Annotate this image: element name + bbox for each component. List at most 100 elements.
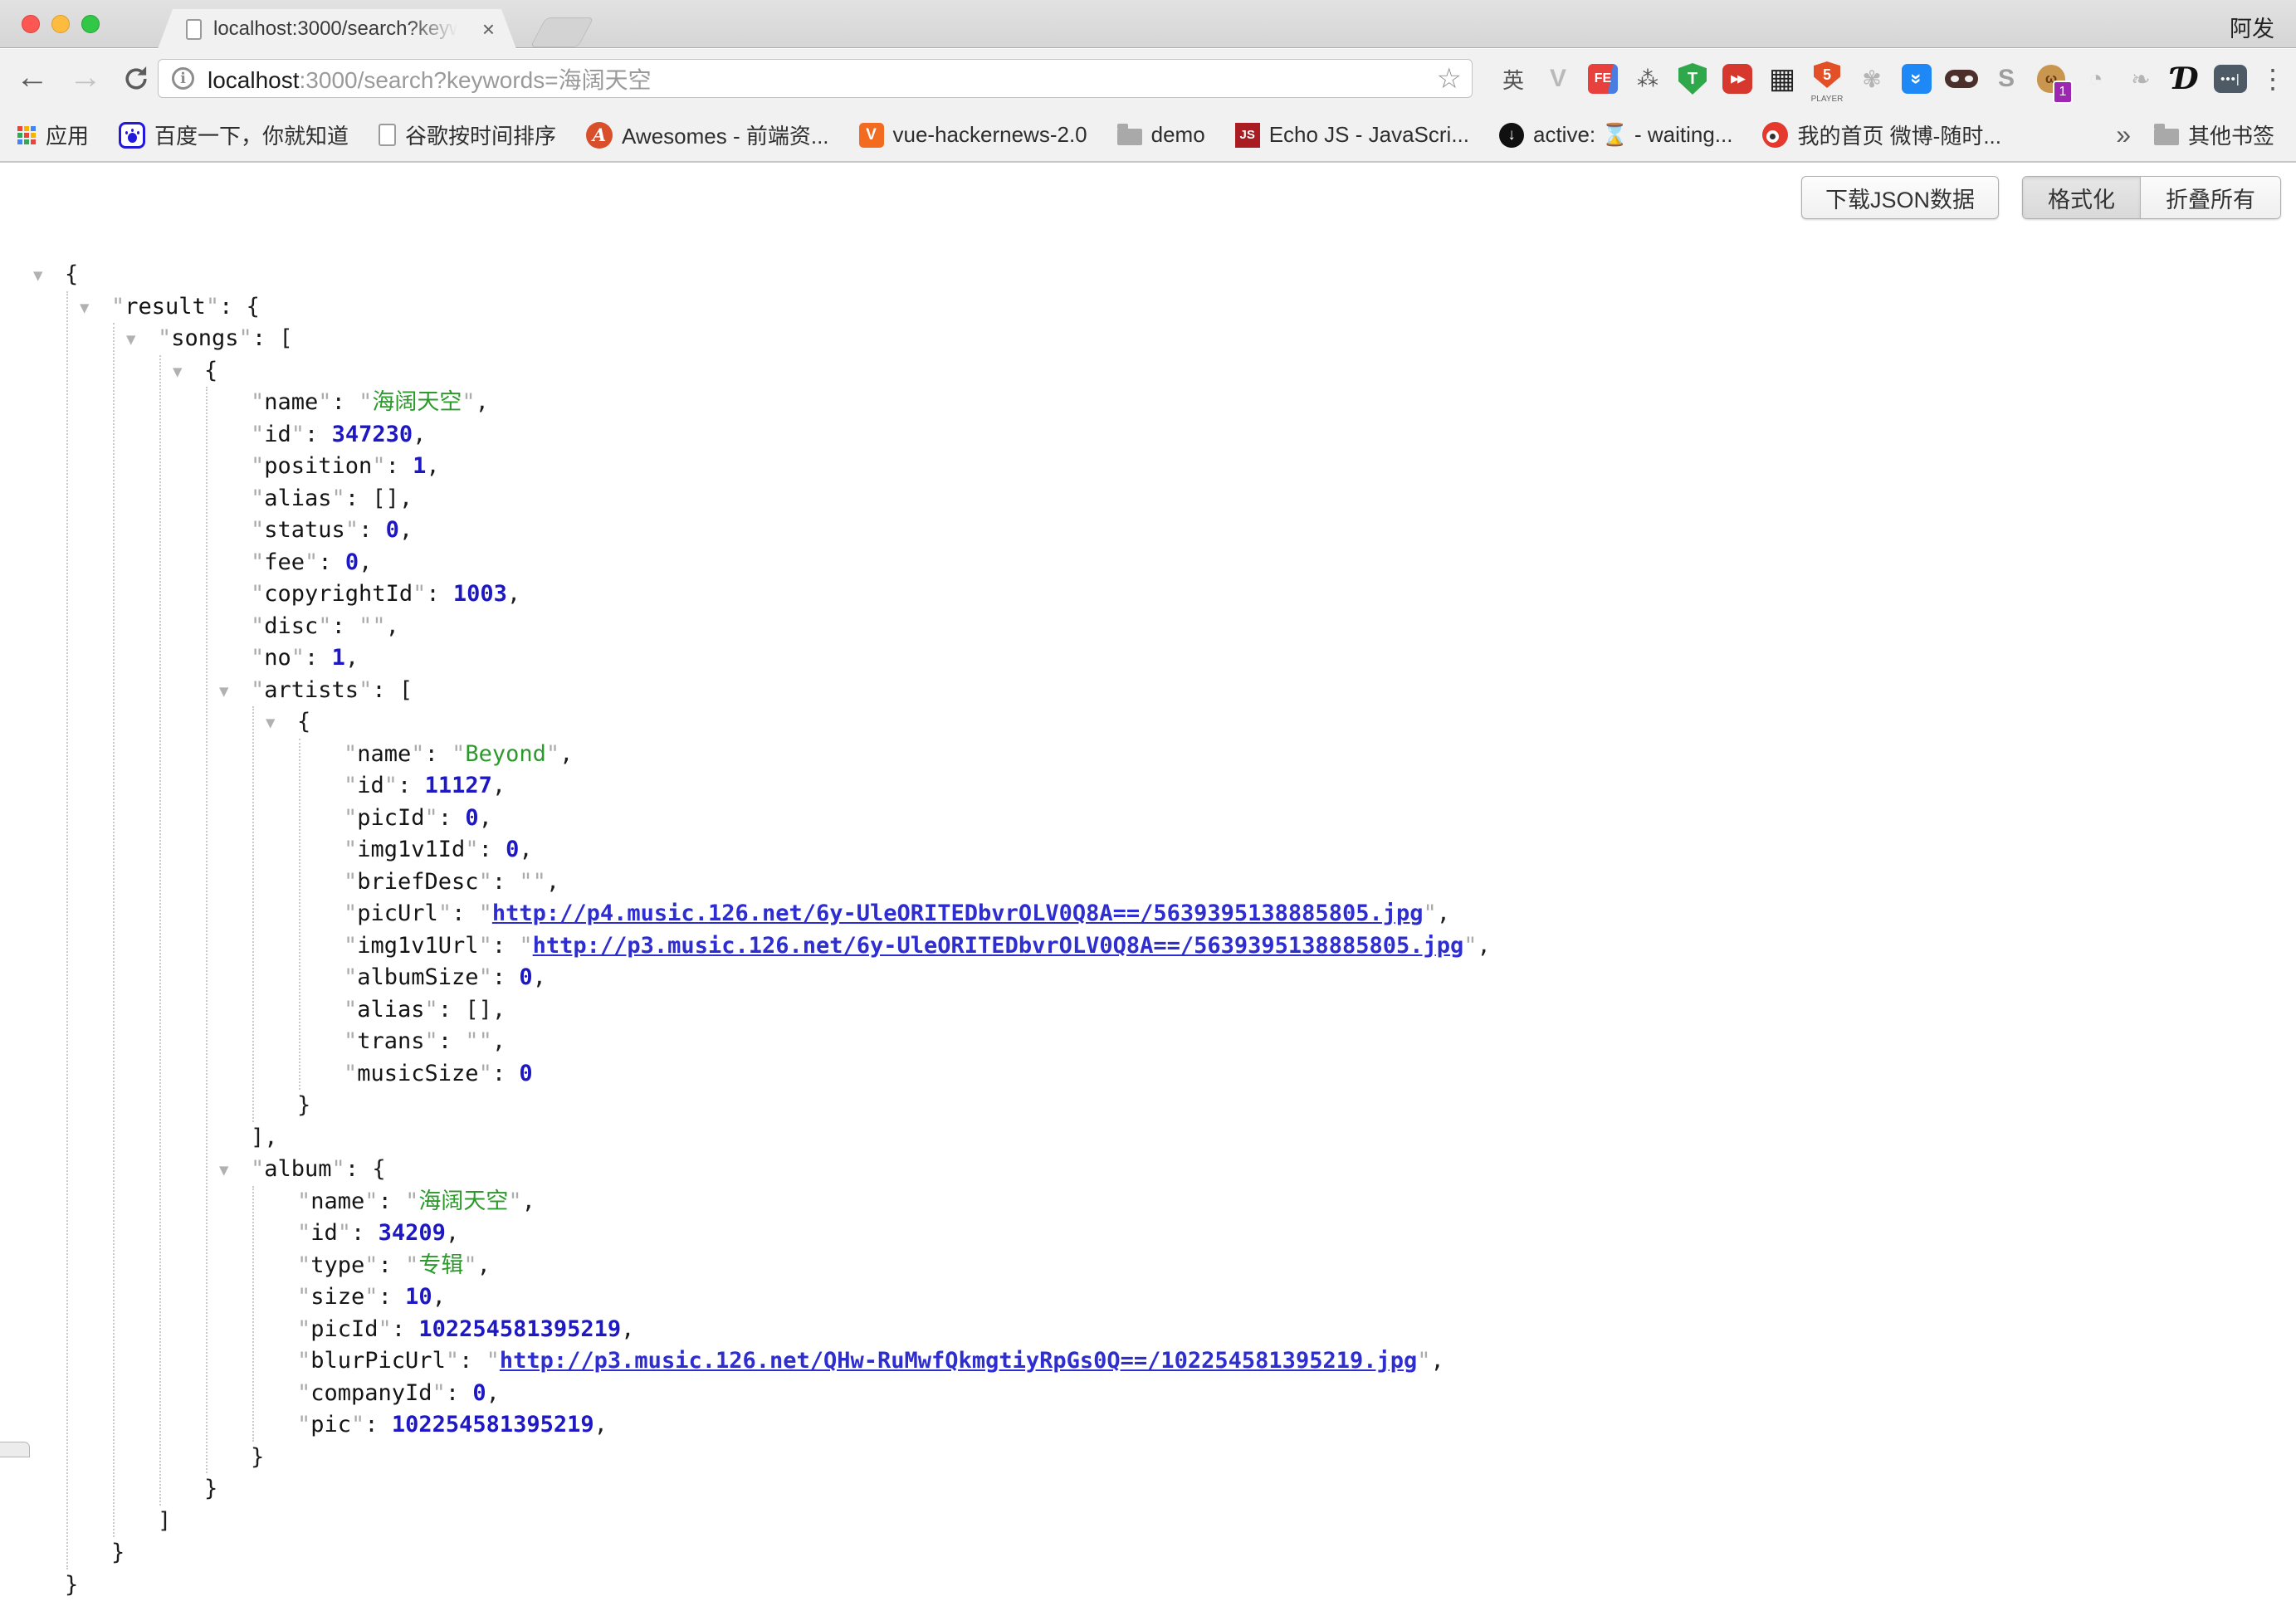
json-row: "picId": 0, xyxy=(344,803,1491,835)
kebab-menu-icon[interactable] xyxy=(2253,49,2293,109)
format-button[interactable]: 格式化 xyxy=(2023,177,2141,218)
back-arrow-icon[interactable] xyxy=(12,57,53,97)
tab-close-icon[interactable] xyxy=(482,18,495,40)
s-letter-icon[interactable]: S xyxy=(1984,49,2029,109)
bookmark-item[interactable]: Vvue-hackernews-2.0 xyxy=(859,122,1087,148)
json-row: "type": "专辑", xyxy=(297,1250,1491,1282)
bookmark-item[interactable]: 应用 xyxy=(17,120,89,150)
bookmark-item[interactable]: demo xyxy=(1117,122,1205,148)
bookmark-label: 百度一下，你就知道 xyxy=(154,120,349,150)
tab-title: localhost:3000/search?keywor xyxy=(213,17,462,41)
json-key: picId xyxy=(357,805,424,831)
paw-icon[interactable]: ✾ xyxy=(1849,49,1894,109)
bookmark-item[interactable]: JSEcho JS - JavaScri... xyxy=(1235,122,1469,148)
fast-forward-icon[interactable]: ▶▶ xyxy=(1715,49,1760,109)
chrome-profile-name[interactable]: 阿发 xyxy=(2230,11,2274,43)
json-row: "img1v1Url": "http://p3.music.126.net/6y… xyxy=(344,930,1491,963)
collapse-all-button[interactable]: 折叠所有 xyxy=(2141,177,2280,218)
json-row: ], xyxy=(251,1122,1491,1154)
json-key: no xyxy=(264,645,291,671)
json-key: album xyxy=(264,1156,331,1182)
browser-tab[interactable]: localhost:3000/search?keywor xyxy=(158,9,516,49)
weibo-eye-icon[interactable]: ◔ xyxy=(2074,49,2118,109)
json-link[interactable]: http://p3.music.126.net/QHw-RuMwfQkmgtiy… xyxy=(500,1348,1417,1374)
json-link[interactable]: http://p3.music.126.net/6y-UleORITEDbvrO… xyxy=(533,933,1464,959)
collapse-expander-icon[interactable]: ▼ xyxy=(219,1154,228,1187)
sitemap-icon[interactable]: ⁂ xyxy=(1625,49,1670,109)
json-number-value: 1 xyxy=(332,645,345,671)
download-json-button[interactable]: 下载JSON数据 xyxy=(1801,176,1999,219)
d-script-icon[interactable]: Ɗ xyxy=(2163,49,2208,109)
monkey-icon[interactable]: ω1 xyxy=(2029,49,2074,109)
html5-player-icon[interactable]: 5PLAYER xyxy=(1805,49,1849,109)
collapse-expander-icon[interactable]: ▼ xyxy=(80,292,89,325)
json-number-value: 0 xyxy=(519,964,532,990)
json-row: "albumSize": 0, xyxy=(344,962,1491,994)
json-key: fee xyxy=(264,549,305,575)
url-path: :3000/search?keywords=海阔天空 xyxy=(300,67,652,93)
bookmark-label: 谷歌按时间排序 xyxy=(405,120,556,150)
vue-devtools-icon[interactable]: V xyxy=(1536,49,1580,109)
bookmark-item[interactable]: 我的首页 微博-随时... xyxy=(1762,120,2001,150)
bookmark-item[interactable]: 谷歌按时间排序 xyxy=(379,120,556,150)
json-number-value: 1 xyxy=(413,453,426,479)
json-row: ▼"result": { xyxy=(111,291,1491,324)
awesomes-icon: A xyxy=(586,122,613,149)
json-key: status xyxy=(264,517,345,543)
window-minimize-button[interactable] xyxy=(51,15,70,33)
collapse-expander-icon[interactable]: ▼ xyxy=(173,356,182,388)
bookmark-label: active: ⌛ - waiting... xyxy=(1533,122,1732,148)
json-row: } xyxy=(297,1090,1491,1122)
shield-t-icon[interactable]: T xyxy=(1670,49,1715,109)
bird-icon[interactable]: ❧ xyxy=(2118,49,2163,109)
json-number-value: 0 xyxy=(506,837,519,862)
json-link[interactable]: http://p4.music.126.net/6y-UleORITEDbvrO… xyxy=(492,901,1424,926)
window-zoom-button[interactable] xyxy=(81,15,100,33)
json-number-value: 0 xyxy=(465,805,478,831)
folder-icon xyxy=(1117,129,1142,145)
collapse-expander-icon[interactable]: ▼ xyxy=(126,324,135,356)
json-key: type xyxy=(310,1252,364,1278)
other-bookmarks-folder[interactable]: 其他书签 xyxy=(2154,120,2274,150)
omnibox-url-bar[interactable]: localhost:3000/search?keywords=海阔天空 xyxy=(158,59,1473,98)
json-number-value: 0 xyxy=(472,1380,486,1406)
json-row: "img1v1Id": 0, xyxy=(344,834,1491,866)
page-info-icon[interactable] xyxy=(172,67,194,90)
json-row: "pic": 102254581395219, xyxy=(297,1409,1491,1442)
json-number-value: 1003 xyxy=(453,581,507,607)
json-key: briefDesc xyxy=(357,869,478,895)
json-string-value: 专辑 xyxy=(418,1252,463,1278)
json-tree: ▼{▼"result": {▼"songs": [▼{"name": "海阔天空… xyxy=(65,259,1491,1601)
bookmark-item[interactable]: AAwesomes - 前端资... xyxy=(586,120,828,150)
json-key: songs xyxy=(171,325,238,351)
collapse-expander-icon[interactable]: ▼ xyxy=(33,260,42,292)
translate-icon[interactable]: 英 xyxy=(1491,49,1536,109)
json-row: "disc": "", xyxy=(251,611,1491,643)
json-string-value: 海阔天空 xyxy=(372,389,462,415)
json-row: "blurPicUrl": "http://p3.music.126.net/Q… xyxy=(297,1345,1491,1378)
blue-chevrons-icon[interactable]: » xyxy=(1894,49,1939,109)
json-string-value: Beyond xyxy=(465,741,546,767)
json-key: trans xyxy=(357,1028,424,1054)
bookmark-star-icon[interactable] xyxy=(1437,62,1462,95)
bookmark-item[interactable]: ↓active: ⌛ - waiting... xyxy=(1499,122,1732,148)
json-row: "id": 11127, xyxy=(344,770,1491,803)
bookmark-item[interactable]: 百度一下，你就知道 xyxy=(119,120,349,150)
reload-icon[interactable] xyxy=(121,64,151,98)
json-number-value: 0 xyxy=(386,517,399,543)
bookmark-label: Echo JS - JavaScri... xyxy=(1269,122,1469,148)
fe-icon[interactable]: FE xyxy=(1580,49,1625,109)
json-row: "copyrightId": 1003, xyxy=(251,578,1491,611)
json-row: "alias": [], xyxy=(344,994,1491,1027)
collapse-expander-icon[interactable]: ▼ xyxy=(266,707,275,739)
bookmarks-overflow-chevron-icon[interactable] xyxy=(2116,120,2131,150)
collapse-expander-icon[interactable]: ▼ xyxy=(219,676,228,708)
json-key: size xyxy=(310,1284,364,1310)
bookmark-label: vue-hackernews-2.0 xyxy=(893,122,1087,148)
mask-icon[interactable] xyxy=(1939,49,1984,109)
qr-code-icon[interactable]: ▦ xyxy=(1760,49,1805,109)
extension-badge: 1 xyxy=(2053,81,2073,104)
bookmark-label: demo xyxy=(1151,122,1205,148)
password-dots-icon[interactable]: •••| xyxy=(2208,49,2253,109)
window-close-button[interactable] xyxy=(22,15,40,33)
